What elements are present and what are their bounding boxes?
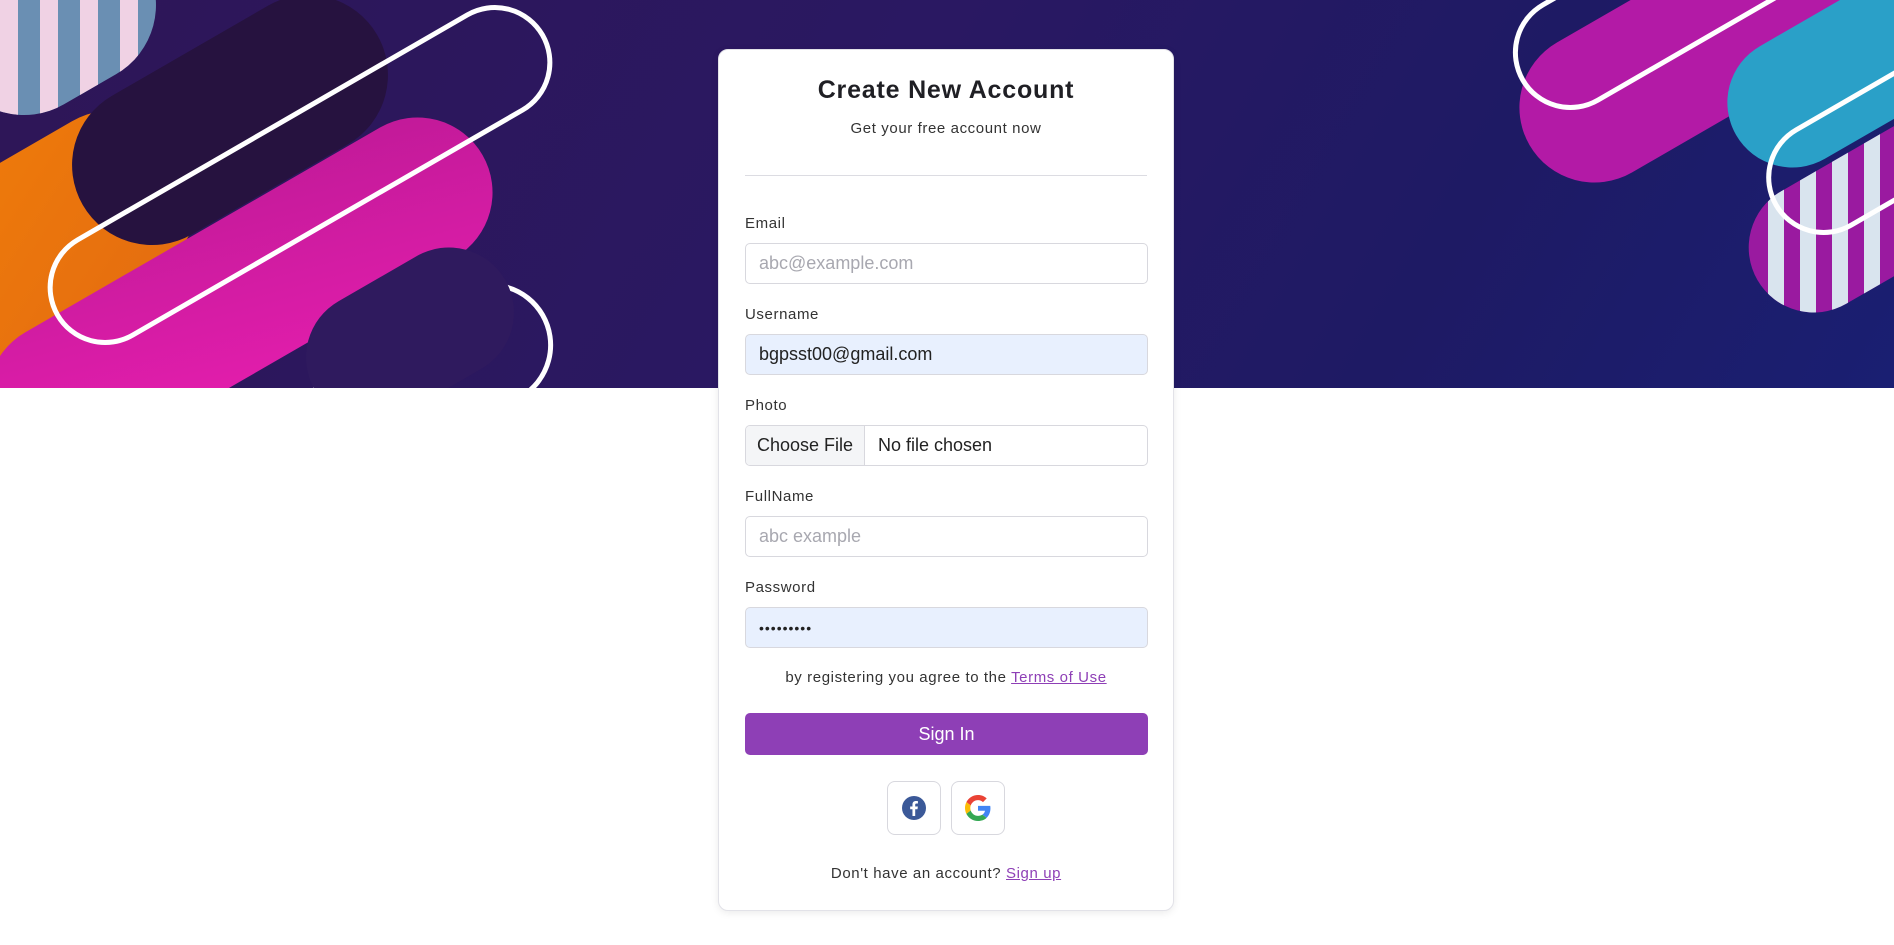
page-title: Create New Account	[817, 76, 1075, 104]
signup-link[interactable]: Sign up	[1006, 865, 1061, 882]
file-status: No file chosen	[878, 435, 993, 455]
signup-card: Create New Account Get your free account…	[718, 49, 1174, 911]
username-label: Username	[745, 306, 819, 323]
facebook-button[interactable]	[887, 781, 941, 835]
terms-prefix: by registering you agree to the	[785, 669, 1007, 686]
page-subtitle: Get your free account now	[850, 120, 1042, 137]
username-field[interactable]	[745, 334, 1148, 375]
email-field[interactable]	[745, 243, 1148, 284]
fullname-field[interactable]	[745, 516, 1148, 557]
divider	[745, 175, 1147, 176]
choose-file-button[interactable]: Choose File	[746, 426, 865, 465]
sign-in-button[interactable]: Sign In	[745, 713, 1148, 755]
signup-prefix: Don't have an account?	[830, 865, 1002, 882]
facebook-icon	[902, 796, 926, 820]
photo-file-input[interactable]: Choose File No file chosen	[745, 425, 1148, 466]
fullname-label: FullName	[745, 488, 814, 505]
google-icon	[965, 795, 991, 821]
terms-link[interactable]: Terms of Use	[1011, 669, 1107, 686]
password-field[interactable]: •••••••••	[745, 607, 1148, 648]
email-label: Email	[745, 215, 786, 232]
google-button[interactable]	[951, 781, 1005, 835]
terms-text: by registering you agree to the Terms of…	[719, 669, 1173, 686]
signup-text: Don't have an account? Sign up	[719, 865, 1173, 882]
password-label: Password	[745, 579, 816, 596]
photo-label: Photo	[745, 397, 788, 414]
